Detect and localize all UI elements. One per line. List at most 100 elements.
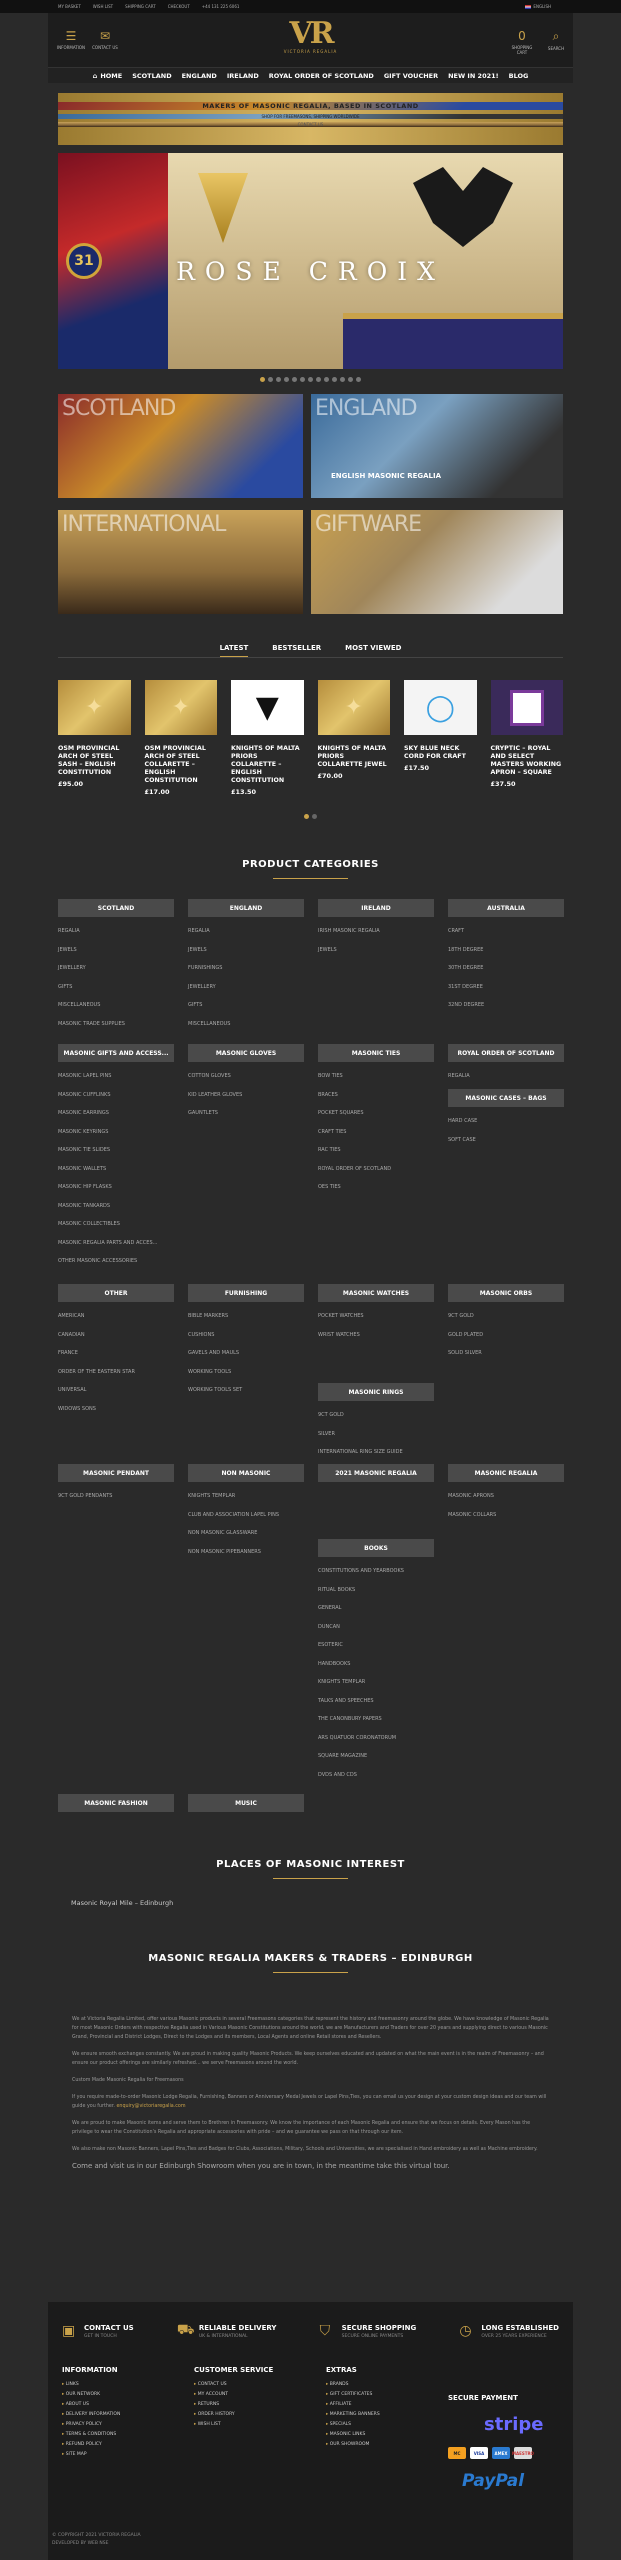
category-heading[interactable]: MASONIC GIFTS AND ACCESS... [58,1044,174,1062]
category-link[interactable]: SOFT CASE [448,1136,564,1155]
slider-dot[interactable] [268,377,273,382]
nav-ireland[interactable]: IRELAND [227,72,259,80]
category-heading[interactable]: ENGLAND [188,899,304,917]
product-name[interactable]: SKY BLUE NECK CORD FOR CRAFT [404,745,477,761]
category-heading[interactable]: MASONIC RINGS [318,1383,434,1401]
product-image[interactable]: ✦ [317,680,390,735]
category-link[interactable]: GAUNTLETS [188,1109,304,1128]
promo-banner[interactable]: MAKERS OF MASONIC REGALIA, BASED IN SCOT… [58,93,563,145]
category-link[interactable]: BOW TIES [318,1072,434,1091]
product-card[interactable]: ✦ KNIGHTS OF MALTA PRIORS COLLARETTE JEWE… [317,680,390,796]
category-link[interactable]: SQUARE MAGAZINE [318,1752,434,1771]
category-link[interactable]: GOLD PLATED [448,1331,564,1350]
category-link[interactable]: CANADIAN [58,1331,174,1350]
category-link[interactable]: MASONIC APRONS [448,1492,564,1511]
category-link[interactable]: RAC TIES [318,1146,434,1165]
language-selector[interactable]: ENGLISH [525,4,563,9]
category-link[interactable]: MASONIC CUFFLINKS [58,1091,174,1110]
product-card[interactable]: CRYPTIC – ROYAL AND SELECT MASTERS WORKI… [490,680,563,796]
category-heading[interactable]: AUSTRALIA [448,899,564,917]
category-link[interactable]: JEWELS [318,946,434,965]
slider-dot[interactable] [332,377,337,382]
nav-scotland[interactable]: SCOTLAND [132,72,171,80]
footer-link[interactable]: LINKS [62,2382,194,2392]
product-card[interactable]: ✦ OSM PROVINCIAL ARCH OF STEEL SASH – ENG… [58,680,131,796]
nav-new-2021[interactable]: NEW IN 2021! [448,72,499,80]
category-heading[interactable]: MASONIC TIES [318,1044,434,1062]
category-link[interactable]: KNIGHTS TEMPLAR [318,1678,434,1697]
slider-dot[interactable] [356,377,361,382]
category-link[interactable]: MASONIC COLLECTIBLES [58,1220,174,1239]
footer-link[interactable]: ORDER HISTORY [194,2412,326,2422]
nav-royal-order[interactable]: ROYAL ORDER OF SCOTLAND [269,72,374,80]
product-image[interactable]: ✦ [144,680,217,735]
category-link[interactable]: OTHER MASONIC ACCESSORIES [58,1257,174,1276]
category-heading[interactable]: MUSIC [188,1794,304,1812]
category-link[interactable]: POCKET SQUARES [318,1109,434,1128]
category-link[interactable]: MASONIC WALLETS [58,1165,174,1184]
nav-blog[interactable]: BLOG [509,72,529,80]
nav-gift-voucher[interactable]: GIFT VOUCHER [384,72,438,80]
category-link[interactable]: WORKING TOOLS SET [188,1386,304,1405]
topbar-link-cart[interactable]: SHIPPING CART [125,4,156,9]
category-link[interactable]: 9CT GOLD PENDANTS [58,1492,174,1511]
category-link[interactable]: OES TIES [318,1183,434,1202]
product-image[interactable]: ◯ [404,680,477,735]
tile-giftware[interactable]: GIFTWARE [311,510,563,614]
slider-dot[interactable] [348,377,353,382]
topbar-link-basket[interactable]: MY BASKET [58,4,81,9]
contact-button[interactable]: ✉ CONTACT US [90,29,120,50]
category-link[interactable]: IRISH MASONIC REGALIA [318,927,434,946]
category-link[interactable]: MASONIC HIP FLASKS [58,1183,174,1202]
category-link[interactable]: FURNISHINGS [188,964,304,983]
topbar-phone[interactable]: +44 131 225 6061 [202,4,240,9]
category-link[interactable]: KID LEATHER GLOVES [188,1091,304,1110]
footer-link[interactable]: DELIVERY INFORMATION [62,2412,194,2422]
category-link[interactable]: 31ST DEGREE [448,983,564,1002]
category-link[interactable]: WIDOWS SONS [58,1405,174,1424]
footer-link[interactable]: SPECIALS [326,2422,458,2432]
slider-dot[interactable] [340,377,345,382]
category-link[interactable]: JEWELLERY [58,964,174,983]
category-link[interactable]: NON MASONIC PIPEBANNERS [188,1548,304,1567]
category-link[interactable]: REGALIA [448,1072,564,1091]
category-link[interactable]: NON MASONIC GLASSWARE [188,1529,304,1548]
footer-link[interactable]: PRIVACY POLICY [62,2422,194,2432]
category-heading[interactable]: FURNISHING [188,1284,304,1302]
category-link[interactable]: GIFTS [58,983,174,1002]
slider-dot[interactable] [260,377,265,382]
tile-scotland[interactable]: SCOTLAND [58,394,303,498]
category-link[interactable]: MASONIC EARRINGS [58,1109,174,1128]
category-link[interactable]: 32ND DEGREE [448,1001,564,1020]
category-link[interactable]: TALKS AND SPEECHES [318,1697,434,1716]
category-link[interactable]: HARD CASE [448,1117,564,1136]
footer-link[interactable]: WISH LIST [194,2422,326,2432]
tab-most-viewed[interactable]: MOST VIEWED [345,644,401,657]
category-link[interactable]: CUSHIONS [188,1331,304,1350]
category-link[interactable]: ROYAL ORDER OF SCOTLAND [318,1165,434,1184]
category-heading[interactable]: MASONIC REGALIA [448,1464,564,1482]
places-link[interactable]: Masonic Royal Mile – Edinburgh [71,1899,550,1907]
category-heading[interactable]: ROYAL ORDER OF SCOTLAND [448,1044,564,1062]
category-heading[interactable]: MASONIC CASES – BAGS [448,1089,564,1107]
site-logo[interactable]: VR VICTORIA REGALIA [284,19,338,55]
category-link[interactable]: 9CT GOLD [448,1312,564,1331]
slider-dot[interactable] [292,377,297,382]
category-heading[interactable]: NON MASONIC [188,1464,304,1482]
product-name[interactable]: OSM PROVINCIAL ARCH OF STEEL SASH – ENGL… [58,745,131,777]
product-name[interactable]: KNIGHTS OF MALTA PRIORS COLLARETTE – ENG… [231,745,304,785]
product-card[interactable]: ◯ SKY BLUE NECK CORD FOR CRAFT £17.50 [404,680,477,796]
category-heading[interactable]: MASONIC WATCHES [318,1284,434,1302]
category-link[interactable]: FRANCE [58,1349,174,1368]
category-link[interactable]: 9CT GOLD [318,1411,434,1430]
category-link[interactable]: REGALIA [188,927,304,946]
banner-link[interactable]: CONTACT US [58,122,563,127]
category-heading[interactable]: IRELAND [318,899,434,917]
category-heading[interactable]: MASONIC ORBS [448,1284,564,1302]
email-link[interactable]: enquiry@victoriaregalia.com [116,2104,185,2109]
topbar-link-wishlist[interactable]: WISH LIST [93,4,113,9]
shopping-cart-button[interactable]: 0 SHOPPING CART [507,29,537,55]
category-link[interactable]: 30TH DEGREE [448,964,564,983]
category-link[interactable]: AMERICAN [58,1312,174,1331]
category-link[interactable]: UNIVERSAL [58,1386,174,1405]
